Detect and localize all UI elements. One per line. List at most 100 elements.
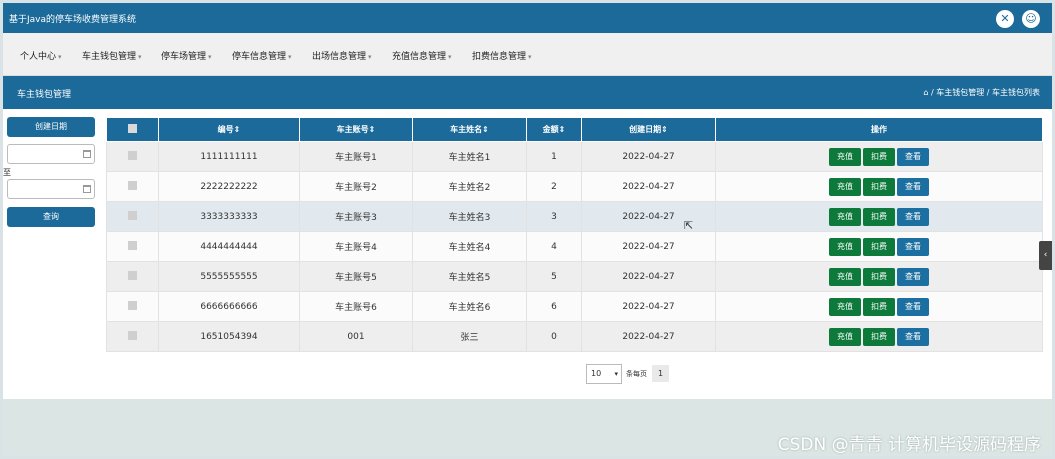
- cell-name: 车主姓名4: [412, 231, 527, 262]
- cell-id: 6666666666: [158, 291, 300, 322]
- cell-date: 2022-04-27: [581, 201, 716, 232]
- view-button[interactable]: 查看: [897, 267, 929, 286]
- chevron-down-icon: ▾: [368, 53, 372, 61]
- table-header: 编号⇕ 车主账号⇕ 车主姓名⇕ 金额⇕ 创建日期⇕ 操作: [106, 117, 1043, 142]
- row-checkbox[interactable]: [128, 240, 137, 250]
- cell-name: 车主姓名2: [412, 171, 527, 202]
- cell-account: 车主账号1: [299, 141, 413, 172]
- recharge-button[interactable]: 充值: [829, 237, 861, 256]
- select-all-checkbox[interactable]: [128, 124, 137, 133]
- cell-date: 2022-04-27: [581, 291, 716, 322]
- recharge-button[interactable]: 充值: [829, 267, 861, 286]
- cell-actions: 充值 扣费 查看: [715, 231, 1043, 262]
- recharge-button[interactable]: 充值: [829, 207, 861, 226]
- wallet-table: 编号⇕ 车主账号⇕ 车主姓名⇕ 金额⇕ 创建日期⇕ 操作 1111111111 …: [106, 117, 1043, 352]
- cell-name: 张三: [412, 321, 527, 352]
- row-checkbox[interactable]: [128, 210, 137, 220]
- cell-id: 5555555555: [158, 261, 300, 292]
- page-size-select[interactable]: 10 ▾: [586, 364, 622, 384]
- mouse-cursor-icon: ⇱: [684, 219, 694, 232]
- chevron-down-icon: ▾: [138, 53, 142, 61]
- watermark: CSDN @青青 计算机毕设源码程序: [777, 435, 1041, 455]
- breadcrumb[interactable]: ⌂ / 车主钱包管理 / 车主钱包列表: [923, 87, 1040, 98]
- view-button[interactable]: 查看: [897, 297, 929, 316]
- cell-name: 车主姓名3: [412, 201, 527, 232]
- recharge-button[interactable]: 充值: [829, 147, 861, 166]
- col-date-header[interactable]: 创建日期⇕: [581, 117, 716, 142]
- cell-amount: 3: [526, 201, 582, 232]
- deduct-button[interactable]: 扣费: [863, 237, 895, 256]
- row-checkbox[interactable]: [128, 330, 137, 340]
- cell-actions: 充值 扣费 查看: [715, 261, 1043, 292]
- user-icon[interactable]: ☺: [1022, 10, 1040, 28]
- col-account-header[interactable]: 车主账号⇕: [299, 117, 413, 142]
- row-checkbox[interactable]: [128, 300, 137, 310]
- nav-item-parking-info[interactable]: 停车信息管理 ▾: [232, 49, 292, 62]
- cell-account: 车主账号6: [299, 291, 413, 322]
- nav-item-parking-lot[interactable]: 停车场管理 ▾: [161, 49, 212, 62]
- select-all-header[interactable]: [106, 117, 159, 142]
- chevron-down-icon: ▾: [208, 53, 212, 61]
- deduct-button[interactable]: 扣费: [863, 177, 895, 196]
- view-button[interactable]: 查看: [897, 177, 929, 196]
- cell-amount: 0: [526, 321, 582, 352]
- nav-item-owner-wallet[interactable]: 车主钱包管理 ▾: [82, 49, 142, 62]
- cell-id: 1111111111: [158, 141, 300, 172]
- cell-actions: 充值 扣费 查看: [715, 201, 1043, 232]
- table-row[interactable]: 2222222222 车主账号2 车主姓名2 2 2022-04-27 充值 扣费…: [106, 171, 1043, 202]
- deduct-button[interactable]: 扣费: [863, 327, 895, 346]
- cell-date: 2022-04-27: [581, 261, 716, 292]
- cell-amount: 6: [526, 291, 582, 322]
- row-checkbox[interactable]: [128, 150, 137, 160]
- page-1-button[interactable]: 1: [652, 365, 669, 382]
- side-panel-toggle[interactable]: ‹: [1039, 241, 1052, 270]
- top-bar: 基于Java的停车场收费管理系统 ✕ ☺: [3, 3, 1052, 33]
- table-row[interactable]: 1111111111 车主账号1 车主姓名1 1 2022-04-27 充值 扣费…: [106, 141, 1043, 172]
- table-row[interactable]: 5555555555 车主账号5 车主姓名5 5 2022-04-27 充值 扣费…: [106, 261, 1043, 292]
- view-button[interactable]: 查看: [897, 147, 929, 166]
- chevron-left-icon: ‹: [1043, 250, 1048, 260]
- nav-item-personal-center[interactable]: 个人中心 ▾: [20, 49, 62, 62]
- cell-account: 车主账号3: [299, 201, 413, 232]
- page-title: 车主钱包管理: [17, 90, 72, 100]
- col-id-header[interactable]: 编号⇕: [158, 117, 300, 142]
- cell-date: 2022-04-27: [581, 231, 716, 262]
- row-checkbox[interactable]: [128, 270, 137, 280]
- table-row[interactable]: 6666666666 车主账号6 车主姓名6 6 2022-04-27 充值 扣费…: [106, 291, 1043, 322]
- col-amount-header[interactable]: 金额⇕: [526, 117, 582, 142]
- app-title: 基于Java的停车场收费管理系统: [9, 15, 137, 25]
- view-button[interactable]: 查看: [897, 327, 929, 346]
- table-row[interactable]: 4444444444 车主账号4 车主姓名4 4 2022-04-27 充值 扣费…: [106, 231, 1043, 262]
- cell-date: 2022-04-27: [581, 141, 716, 172]
- cell-actions: 充值 扣费 查看: [715, 171, 1043, 202]
- fullscreen-icon[interactable]: ✕: [996, 10, 1014, 28]
- table-row[interactable]: 3333333333 车主账号3 车主姓名3 3 2022-04-27 充值 扣费…: [106, 201, 1043, 232]
- chevron-down-icon: ▾: [448, 53, 452, 61]
- cell-name: 车主姓名1: [412, 141, 527, 172]
- start-date-input[interactable]: [7, 144, 95, 164]
- cell-date: 2022-04-27: [581, 321, 716, 352]
- end-date-input[interactable]: [7, 179, 95, 199]
- deduct-button[interactable]: 扣费: [863, 207, 895, 226]
- nav-item-exit-info[interactable]: 出场信息管理 ▾: [312, 49, 372, 62]
- col-name-header[interactable]: 车主姓名⇕: [412, 117, 527, 142]
- view-button[interactable]: 查看: [897, 207, 929, 226]
- deduct-button[interactable]: 扣费: [863, 297, 895, 316]
- deduct-button[interactable]: 扣费: [863, 267, 895, 286]
- view-button[interactable]: 查看: [897, 237, 929, 256]
- recharge-button[interactable]: 充值: [829, 297, 861, 316]
- nav-item-deduction-info[interactable]: 扣费信息管理 ▾: [472, 49, 532, 62]
- cell-id: 3333333333: [158, 201, 300, 232]
- cell-id: 4444444444: [158, 231, 300, 262]
- cell-account: 车主账号5: [299, 261, 413, 292]
- recharge-button[interactable]: 充值: [829, 327, 861, 346]
- calendar-icon: [83, 185, 91, 193]
- nav-item-recharge-info[interactable]: 充值信息管理 ▾: [392, 49, 452, 62]
- deduct-button[interactable]: 扣费: [863, 147, 895, 166]
- row-checkbox[interactable]: [128, 180, 137, 190]
- recharge-button[interactable]: 充值: [829, 177, 861, 196]
- search-button[interactable]: 查询: [7, 207, 95, 227]
- cell-amount: 5: [526, 261, 582, 292]
- table-row[interactable]: 1651054394 001 张三 0 2022-04-27 充值 扣费 查看: [106, 321, 1043, 352]
- date-filter-label: 创建日期: [7, 117, 95, 137]
